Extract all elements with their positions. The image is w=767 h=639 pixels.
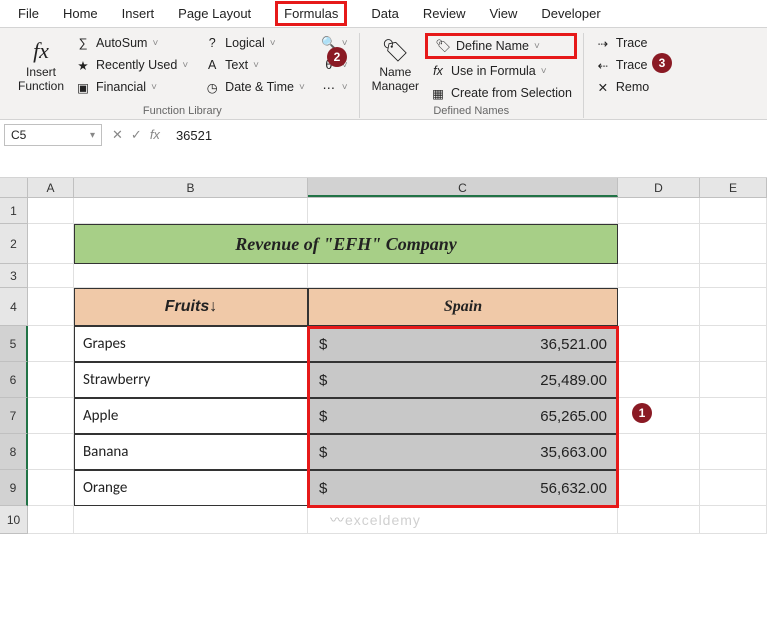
row-1[interactable]: 1 — [0, 198, 28, 224]
row-9[interactable]: 9 — [0, 470, 28, 506]
text-button[interactable]: AText — [199, 55, 310, 75]
tab-file[interactable]: File — [6, 0, 51, 27]
fx-small-icon: fx — [430, 63, 446, 79]
name-manager-button[interactable]: 🏷 Name Manager — [366, 33, 425, 97]
col-E[interactable]: E — [700, 178, 767, 197]
cell-B6[interactable]: Strawberry — [74, 362, 308, 398]
trace2-icon: ⇠ — [595, 57, 611, 73]
annotation-badge-1: 1 — [632, 403, 652, 423]
logical-button[interactable]: ?Logical — [199, 33, 310, 53]
cell-C7[interactable]: $65,265.00 — [308, 398, 618, 434]
fx-icon: fx — [33, 36, 49, 66]
tab-developer[interactable]: Developer — [529, 0, 612, 27]
name-box[interactable]: C5▾ — [4, 124, 102, 146]
group-label-defnames: Defined Names — [366, 103, 577, 118]
name-manager-icon: 🏷 — [381, 36, 409, 66]
more-icon: ⋯ — [321, 79, 337, 95]
cell-C6[interactable]: $25,489.00 — [308, 362, 618, 398]
fx-icon[interactable]: fx — [150, 127, 160, 143]
ribbon: 2 3 fx Insert Function ∑AutoSum ★Recentl… — [0, 28, 767, 120]
col-C[interactable]: C — [308, 178, 618, 197]
tab-home[interactable]: Home — [51, 0, 110, 27]
trace-icon: ⇢ — [595, 35, 611, 51]
tab-data[interactable]: Data — [359, 0, 410, 27]
cell-B8[interactable]: Banana — [74, 434, 308, 470]
text-icon: A — [204, 57, 220, 73]
column-headers: A B C D E — [0, 178, 767, 198]
row-3[interactable]: 3 — [0, 264, 28, 288]
autosum-button[interactable]: ∑AutoSum — [70, 33, 193, 53]
clock-icon: ◷ — [204, 79, 220, 95]
annotation-badge-2: 2 — [327, 47, 347, 67]
group-label-funclib: Function Library — [12, 103, 353, 118]
row-2[interactable]: 2 — [0, 224, 28, 264]
cell-B7[interactable]: Apple — [74, 398, 308, 434]
remove-icon: ✕ — [595, 79, 611, 95]
tab-pagelayout[interactable]: Page Layout — [166, 0, 263, 27]
row-4[interactable]: 4 — [0, 288, 28, 326]
cell-B9[interactable]: Orange — [74, 470, 308, 506]
create-icon: ▦ — [430, 85, 446, 101]
trace-dependents-button[interactable]: ⇠Trace — [590, 55, 654, 75]
cell-C9[interactable]: $56,632.00 — [308, 470, 618, 506]
tab-insert[interactable]: Insert — [110, 0, 167, 27]
datetime-button[interactable]: ◷Date & Time — [199, 77, 310, 97]
cell-C8[interactable]: $35,663.00 — [308, 434, 618, 470]
remove-arrows-button[interactable]: ✕Remo — [590, 77, 654, 97]
trace-precedents-button[interactable]: ⇢Trace — [590, 33, 654, 53]
create-from-selection-button[interactable]: ▦Create from Selection — [425, 83, 577, 103]
select-all-corner[interactable] — [0, 178, 28, 197]
logical-icon: ? — [204, 35, 220, 51]
tag-icon: 🏷 — [435, 38, 451, 54]
group-defined-names: 🏷 Name Manager 🏷Define Name fxUse in For… — [360, 33, 584, 118]
financial-button[interactable]: ▣Financial — [70, 77, 193, 97]
cancel-icon[interactable]: ✕ — [112, 127, 123, 143]
col-B[interactable]: B — [74, 178, 308, 197]
cell-C5[interactable]: $36,521.00 — [308, 326, 618, 362]
ribbon-tabs: File Home Insert Page Layout Formulas Da… — [0, 0, 767, 28]
row-7[interactable]: 7 — [0, 398, 28, 434]
money-icon: ▣ — [75, 79, 91, 95]
insert-function-button[interactable]: fx Insert Function — [12, 33, 70, 97]
enter-icon[interactable]: ✓ — [131, 127, 142, 143]
tab-formulas[interactable]: Formulas — [263, 0, 359, 27]
row-5[interactable]: 5 — [0, 326, 28, 362]
row-8[interactable]: 8 — [0, 434, 28, 470]
header-spain[interactable]: Spain — [308, 288, 618, 326]
spreadsheet: A B C D E 1 2 Revenue of "EFH" Company 3… — [0, 178, 767, 534]
arrow-down-icon — [209, 298, 217, 316]
group-trace-partial: ⇢Trace ⇠Trace ✕Remo — [584, 33, 660, 118]
header-fruits[interactable]: Fruits — [74, 288, 308, 326]
tab-review[interactable]: Review — [411, 0, 478, 27]
formula-input[interactable]: 36521 — [170, 126, 218, 145]
cell-B5[interactable]: Grapes — [74, 326, 308, 362]
col-A[interactable]: A — [28, 178, 74, 197]
star-icon: ★ — [75, 57, 91, 73]
title-cell[interactable]: Revenue of "EFH" Company — [74, 224, 618, 264]
chevron-down-icon[interactable]: ▾ — [90, 130, 95, 141]
recently-used-button[interactable]: ★Recently Used — [70, 55, 193, 75]
define-name-button[interactable]: 🏷Define Name — [430, 36, 572, 56]
group-function-library: fx Insert Function ∑AutoSum ★Recently Us… — [6, 33, 360, 118]
col-D[interactable]: D — [618, 178, 700, 197]
more-button[interactable]: ⋯ — [316, 77, 353, 97]
row-6[interactable]: 6 — [0, 362, 28, 398]
annotation-badge-3: 3 — [652, 53, 672, 73]
use-in-formula-button[interactable]: fxUse in Formula — [425, 61, 577, 81]
row-10[interactable]: 10 — [0, 506, 28, 534]
formula-bar: C5▾ ✕ ✓ fx 36521 — [0, 120, 767, 178]
tab-view[interactable]: View — [477, 0, 529, 27]
watermark: 〰exceldemy — [330, 510, 421, 530]
sigma-icon: ∑ — [75, 35, 91, 51]
